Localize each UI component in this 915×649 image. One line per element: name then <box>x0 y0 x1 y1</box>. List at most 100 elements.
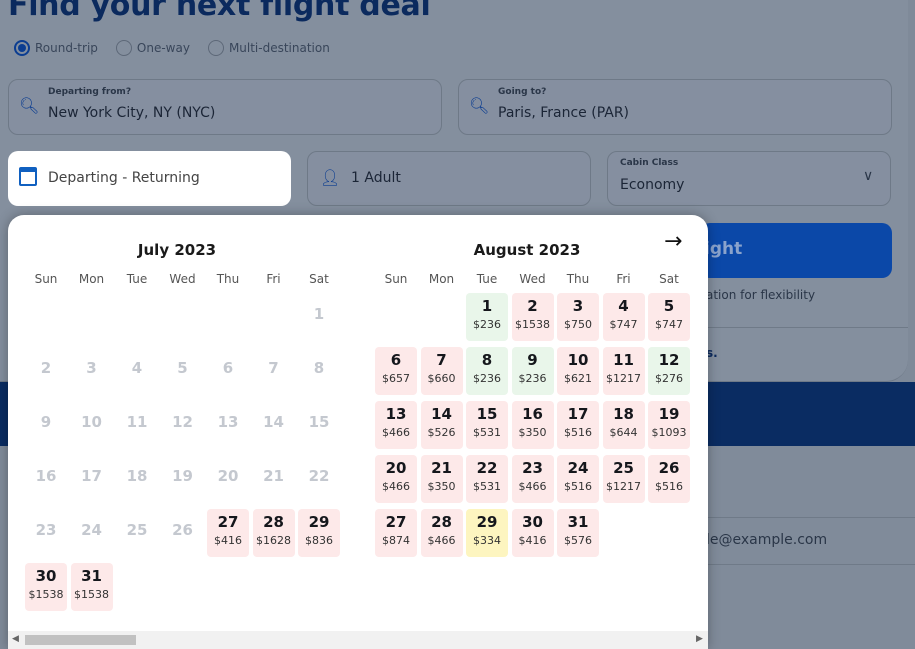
email-input[interactable]: le@example.com <box>706 532 827 548</box>
weekday-label: Thu <box>216 272 240 286</box>
day-cell[interactable]: 31 $1538 <box>70 563 113 611</box>
day-cell[interactable]: 22 $531 <box>466 455 508 503</box>
day-number: 11 <box>126 413 148 431</box>
day-cell[interactable]: 29 $334 <box>466 509 508 557</box>
day-cell[interactable]: 8 $236 <box>466 347 508 395</box>
day-cell[interactable]: 13 $466 <box>375 401 417 449</box>
day-price: $516 <box>655 480 683 493</box>
day-number: 25 <box>126 521 148 539</box>
day-cell: 22 <box>298 455 340 503</box>
weekday-label: Mon <box>78 272 105 286</box>
day-cell[interactable]: 30 $416 <box>511 509 554 557</box>
day-number: 19 <box>172 467 193 485</box>
day-price: $576 <box>564 534 592 547</box>
page-title: Find your next flight deal <box>8 0 431 23</box>
day-cell[interactable]: 3 $750 <box>557 293 599 341</box>
day-cell[interactable]: 27 $874 <box>375 509 417 557</box>
day-number: 17 <box>81 467 102 485</box>
day-cell[interactable]: 29 $836 <box>298 509 340 557</box>
day-cell[interactable]: 28 $1628 <box>252 509 295 557</box>
day-cell[interactable]: 10 $621 <box>557 347 599 395</box>
departing-from-field[interactable]: 🔍︎ Departing from? New York City, NY (NY… <box>8 79 442 135</box>
day-cell[interactable]: 17 $516 <box>557 401 599 449</box>
day-cell[interactable]: 6 $657 <box>375 347 417 395</box>
day-cell[interactable]: 16 $350 <box>511 401 554 449</box>
date-range-field[interactable]: Departing - Returning <box>8 151 291 206</box>
search-flights-button[interactable]: ight <box>700 223 892 278</box>
day-cell[interactable]: 21 $350 <box>420 455 463 503</box>
day-cell[interactable]: 23 $466 <box>511 455 554 503</box>
day-cell[interactable]: 12 $276 <box>648 347 690 395</box>
field-value: Economy <box>620 177 685 193</box>
day-cell[interactable]: 14 $526 <box>420 401 463 449</box>
day-price: $660 <box>427 372 456 385</box>
day-cell[interactable]: 1 $236 <box>466 293 508 341</box>
day-number: 27 <box>385 513 407 531</box>
weekday-label: Fri <box>266 272 281 286</box>
date-picker-popup: → ◀ ▶ July 2023 Sun Mon Tue Wed Thu Fri Sat 1 2 3 4… <box>8 215 708 649</box>
divider <box>706 327 908 328</box>
day-number: 26 <box>172 521 193 539</box>
day-number: 14 <box>431 405 452 423</box>
day-cell[interactable]: 4 $747 <box>602 293 645 341</box>
day-cell[interactable]: 15 $531 <box>466 401 508 449</box>
day-cell[interactable]: 5 $747 <box>648 293 690 341</box>
day-price: $516 <box>564 426 592 439</box>
radio-circle[interactable] <box>115 40 132 56</box>
day-number: 7 <box>268 359 279 377</box>
day-number: 8 <box>313 359 325 377</box>
day-price: $526 <box>427 426 456 439</box>
day-number: 31 <box>81 567 102 585</box>
travelers-field[interactable]: 👤︎ 1 Adult <box>307 151 591 206</box>
radio-one-way[interactable]: One-way <box>115 40 190 56</box>
cabin-class-select[interactable]: Cabin Class Economy ∨ <box>607 151 891 206</box>
scroll-right-arrow-icon[interactable]: ▶ <box>696 634 703 644</box>
day-price: $1538 <box>515 318 550 331</box>
day-price: $350 <box>427 480 456 493</box>
scrollbar-thumb[interactable] <box>25 635 136 645</box>
trip-type-group: Round-trip One-way Multi-destination <box>14 40 330 56</box>
day-cell: 1 <box>298 293 340 341</box>
day-number: 21 <box>431 459 452 477</box>
day-number: 3 <box>86 359 97 377</box>
radio-round-trip[interactable]: Round-trip <box>14 40 98 56</box>
radio-label: Round-trip <box>35 41 98 55</box>
weekday-label: Wed <box>519 272 546 286</box>
day-cell[interactable]: 31 $576 <box>557 509 599 557</box>
day-number: 12 <box>172 413 193 431</box>
radio-circle[interactable] <box>14 40 30 56</box>
day-cell[interactable]: 9 $236 <box>511 347 554 395</box>
day-price: $236 <box>518 372 547 385</box>
day-number: 15 <box>308 413 330 431</box>
day-price: $466 <box>382 480 410 493</box>
day-cell[interactable]: 18 $644 <box>602 401 645 449</box>
day-cell[interactable]: 7 $660 <box>420 347 463 395</box>
weekday-label: Wed <box>169 272 196 286</box>
scroll-left-arrow-icon[interactable]: ◀ <box>12 634 19 644</box>
horizontal-scrollbar[interactable]: ◀ ▶ <box>8 631 708 649</box>
day-price: $416 <box>518 534 547 547</box>
day-cell[interactable]: 11 $1217 <box>602 347 645 395</box>
day-cell[interactable]: 2 $1538 <box>511 293 554 341</box>
radio-multi-destination[interactable]: Multi-destination <box>207 40 330 56</box>
day-price: $236 <box>473 318 501 331</box>
day-number: 29 <box>476 513 498 531</box>
day-cell[interactable]: 26 $516 <box>648 455 690 503</box>
going-to-field[interactable]: 🔍︎ Going to? Paris, France (PAR) <box>458 79 892 135</box>
month-title: August 2023 <box>473 241 581 259</box>
day-number: 18 <box>613 405 634 423</box>
day-cell[interactable]: 24 $516 <box>557 455 599 503</box>
day-cell[interactable]: 28 $466 <box>420 509 463 557</box>
day-price: $350 <box>518 426 547 439</box>
day-cell[interactable]: 30 $1538 <box>25 563 67 611</box>
day-cell[interactable]: 27 $416 <box>207 509 249 557</box>
day-cell[interactable]: 25 $1217 <box>602 455 645 503</box>
day-cell[interactable]: 20 $466 <box>375 455 417 503</box>
radio-circle[interactable] <box>207 40 224 56</box>
day-cell: 7 <box>253 347 295 395</box>
field-value: 1 Adult <box>351 170 401 186</box>
day-number: 30 <box>522 513 543 531</box>
field-value: Paris, France (PAR) <box>498 105 630 121</box>
month-title: July 2023 <box>137 241 217 259</box>
day-cell[interactable]: 19 $1093 <box>648 401 690 449</box>
